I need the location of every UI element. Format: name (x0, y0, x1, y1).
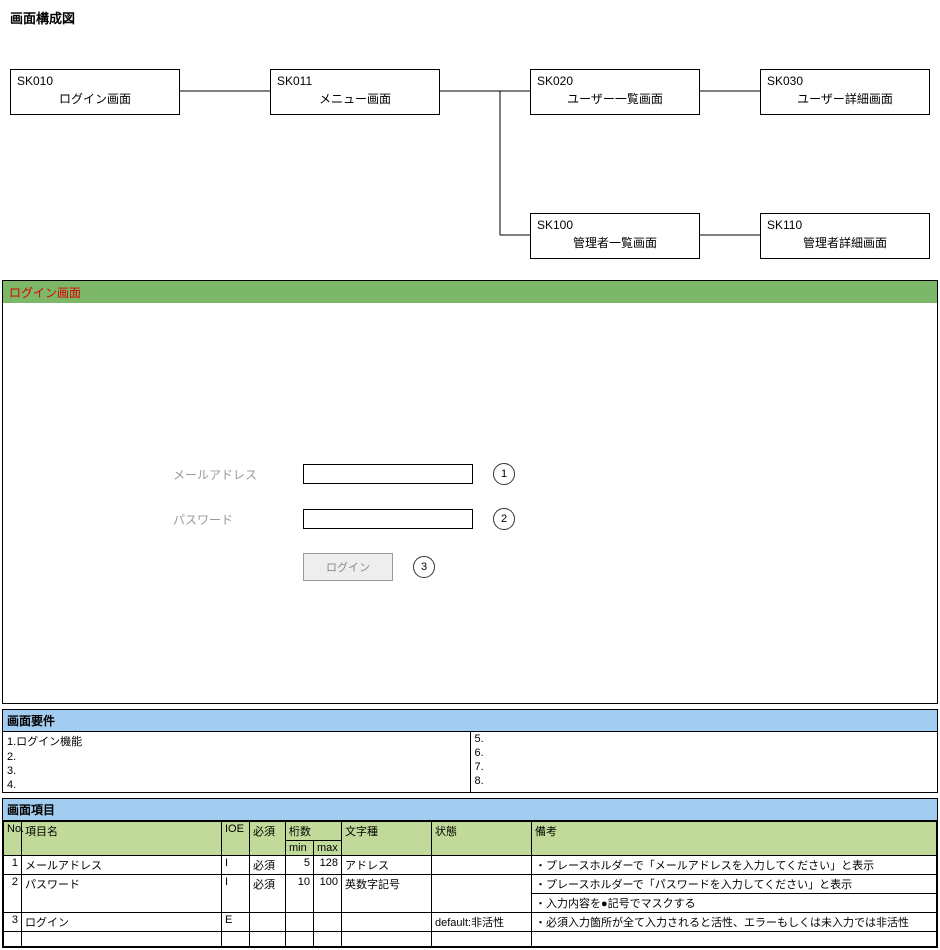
cell-name: パスワード (22, 875, 222, 913)
req-item: 6. (471, 746, 938, 760)
header-name: 項目名 (22, 822, 222, 856)
screen-box-sk010: SK010 ログイン画面 (10, 69, 180, 115)
requirements-left-col: 1.ログイン機能 2. 3. 4. (3, 732, 471, 792)
header-no: No. (4, 822, 22, 856)
requirements-right-col: 5. 6. 7. 8. (471, 732, 938, 792)
screen-code: SK110 (767, 218, 923, 232)
items-section: 画面項目 No. 項目名 IOE 必須 桁数 文字種 状態 備考 min max… (2, 798, 938, 948)
header-ioe: IOE (222, 822, 250, 856)
cell-max: 100 (314, 875, 342, 913)
screen-name: ユーザー一覧画面 (537, 90, 693, 107)
header-notes: 備考 (532, 822, 937, 856)
table-row: 3ログインEdefault:非活性・必須入力箇所が全て入力されると活性、エラーも… (4, 913, 937, 932)
req-item: 7. (471, 760, 938, 774)
cell-max (314, 913, 342, 932)
screen-structure-diagram: SK010 ログイン画面 SK011 メニュー画面 SK020 ユーザー一覧画面… (0, 35, 940, 275)
cell-required (250, 913, 286, 932)
cell-state: default:非活性 (432, 913, 532, 932)
screen-code: SK030 (767, 74, 923, 88)
items-table: No. 項目名 IOE 必須 桁数 文字種 状態 備考 min max 1メール… (3, 821, 937, 947)
cell-notes: ・必須入力箇所が全て入力されると活性、エラーもしくは未入力では非活性 (532, 913, 937, 932)
cell-ioe: E (222, 913, 250, 932)
requirements-title: 画面要件 (3, 710, 937, 732)
marker-1-icon: 1 (493, 463, 515, 485)
header-state: 状態 (432, 822, 532, 856)
email-row: メールアドレス 1 (173, 463, 515, 485)
table-row: 1メールアドレスI必須5128アドレス ・プレースホルダーで「メールアドレスを入力… (4, 856, 937, 875)
header-max: max (314, 841, 342, 856)
login-button[interactable]: ログイン (303, 553, 393, 581)
email-label: メールアドレス (173, 466, 303, 483)
screen-name: メニュー画面 (277, 90, 433, 107)
cell-required: 必須 (250, 875, 286, 913)
password-row: パスワード 2 (173, 508, 515, 530)
screen-code: SK020 (537, 74, 693, 88)
req-item: 5. (471, 732, 938, 746)
screen-box-sk030: SK030 ユーザー詳細画面 (760, 69, 930, 115)
cell-chartype (342, 913, 432, 932)
cell-notes: ・プレースホルダーで「メールアドレスを入力してください」と表示 (532, 856, 937, 875)
cell-ioe: I (222, 875, 250, 913)
cell-notes: ・入力内容を●記号でマスクする (532, 894, 937, 913)
cell-state (432, 875, 532, 913)
mockup-header: ログイン画面 (3, 281, 937, 303)
requirements-section: 画面要件 1.ログイン機能 2. 3. 4. 5. 6. 7. 8. (2, 709, 938, 793)
req-item: 2. (3, 750, 470, 764)
marker-3-icon: 3 (413, 556, 435, 578)
cell-name: ログイン (22, 913, 222, 932)
screen-name: 管理者詳細画面 (767, 234, 923, 251)
table-row: 2パスワードI必須10100英数字記号・プレースホルダーで「パスワードを入力して… (4, 875, 937, 894)
req-item: 4. (3, 778, 470, 792)
table-row (4, 932, 937, 947)
screen-box-sk100: SK100 管理者一覧画面 (530, 213, 700, 259)
screen-code: SK011 (277, 74, 433, 88)
screen-name: 管理者一覧画面 (537, 234, 693, 251)
req-item: 1.ログイン機能 (3, 732, 470, 750)
cell-chartype: アドレス (342, 856, 432, 875)
cell-min (286, 913, 314, 932)
password-input[interactable] (303, 509, 473, 529)
screen-box-sk110: SK110 管理者詳細画面 (760, 213, 930, 259)
cell-no: 1 (4, 856, 22, 875)
header-chartype: 文字種 (342, 822, 432, 856)
password-label: パスワード (173, 511, 303, 528)
cell-name: メールアドレス (22, 856, 222, 875)
email-input[interactable] (303, 464, 473, 484)
req-item: 8. (471, 774, 938, 788)
cell-notes: ・プレースホルダーで「パスワードを入力してください」と表示 (532, 875, 937, 894)
cell-min: 10 (286, 875, 314, 913)
cell-no: 3 (4, 913, 22, 932)
header-required: 必須 (250, 822, 286, 856)
cell-state (432, 856, 532, 875)
screen-mockup: ログイン画面 メールアドレス 1 パスワード 2 ログイン 3 (2, 280, 938, 704)
marker-2-icon: 2 (493, 508, 515, 530)
header-min: min (286, 841, 314, 856)
screen-box-sk020: SK020 ユーザー一覧画面 (530, 69, 700, 115)
cell-ioe: I (222, 856, 250, 875)
screen-code: SK100 (537, 218, 693, 232)
login-row: ログイン 3 (303, 553, 435, 581)
diagram-title: 画面構成図 (0, 0, 940, 35)
table-header-row: No. 項目名 IOE 必須 桁数 文字種 状態 備考 (4, 822, 937, 841)
screen-code: SK010 (17, 74, 173, 88)
screen-box-sk011: SK011 メニュー画面 (270, 69, 440, 115)
req-item: 3. (3, 764, 470, 778)
header-digits: 桁数 (286, 822, 342, 841)
cell-min: 5 (286, 856, 314, 875)
cell-chartype: 英数字記号 (342, 875, 432, 913)
cell-no: 2 (4, 875, 22, 913)
items-title: 画面項目 (3, 799, 937, 821)
cell-max: 128 (314, 856, 342, 875)
screen-name: ログイン画面 (17, 90, 173, 107)
mockup-body: メールアドレス 1 パスワード 2 ログイン 3 (3, 303, 937, 703)
cell-required: 必須 (250, 856, 286, 875)
screen-name: ユーザー詳細画面 (767, 90, 923, 107)
